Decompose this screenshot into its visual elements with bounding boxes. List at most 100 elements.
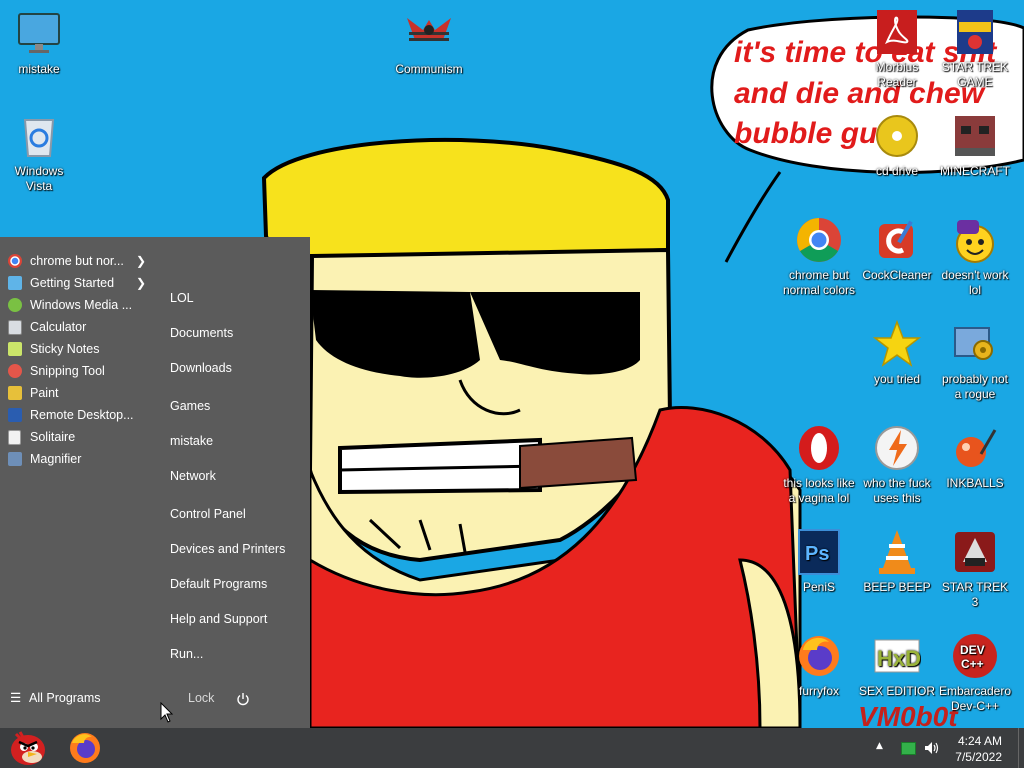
program-item-windows-media[interactable]: Windows Media ...: [0, 294, 158, 316]
desktop-icon-chrome[interactable]: chrome but normal colors: [781, 216, 857, 298]
taskbar: ▲ 4:24 AM 7/5/2022: [0, 728, 1024, 768]
start-button-angry-bird-icon[interactable]: [6, 728, 50, 768]
star-trek-3-icon: [951, 528, 999, 576]
show-desktop-button[interactable]: [1018, 728, 1024, 768]
desktop-icon-you-tried[interactable]: you tried: [859, 319, 935, 387]
desktop-icon-winamp[interactable]: who the fuck uses this: [859, 424, 935, 506]
program-item-solitaire[interactable]: Solitaire: [0, 426, 158, 448]
photoshop-icon: Ps: [795, 528, 843, 576]
desktop-icon-label: BEEP BEEP: [863, 580, 931, 594]
hxd-editor-icon: HxD: [873, 632, 921, 680]
gears-program-icon: [951, 320, 999, 368]
solitaire-icon: [8, 430, 21, 445]
remote-desktop-icon: [8, 408, 22, 422]
desktop-icon-label: this looks like a vagina lol: [783, 476, 855, 505]
place-devices-and-printers[interactable]: Devices and Printers: [170, 542, 285, 556]
place-downloads[interactable]: Downloads: [170, 361, 232, 375]
desktop-icon-morbius-reader[interactable]: Morbius Reader: [859, 8, 935, 90]
place-help-and-support[interactable]: Help and Support: [170, 612, 267, 626]
firefox-icon: [795, 632, 843, 680]
mouse-cursor-icon: [160, 702, 174, 723]
yahoo-messenger-icon: [951, 216, 999, 264]
desktop-icon-label: probably not a rogue: [941, 372, 1009, 401]
program-label: chrome but nor...: [30, 254, 124, 268]
desktop-icon-sex-editior[interactable]: HxD SEX EDITIOR: [859, 632, 935, 699]
program-label: Solitaire: [30, 430, 76, 444]
desktop-icon-furryfox[interactable]: furryfox: [781, 632, 857, 699]
opera-icon: [795, 424, 843, 472]
desktop-icon-opera[interactable]: this looks like a vagina lol: [781, 424, 857, 506]
chrome-icon: [8, 254, 22, 268]
program-item-calculator[interactable]: Calculator: [0, 316, 158, 338]
desktop-icon-label: cd drive: [875, 164, 919, 178]
place-lol[interactable]: LOL: [170, 291, 194, 305]
desktop-icon-star-trek-game[interactable]: STAR TREK GAME: [937, 8, 1013, 90]
desktop-icon-label: STAR TREK 3: [941, 580, 1009, 609]
chrome-icon: [795, 216, 843, 264]
volume-icon[interactable]: [924, 741, 940, 755]
desktop-icon-label: mistake: [18, 62, 60, 76]
desktop-icon-beep-beep[interactable]: BEEP BEEP: [859, 528, 935, 595]
desktop-icon-yahoo[interactable]: doesn't work lol: [937, 216, 1013, 298]
program-item-getting-started[interactable]: Getting Started ❯: [0, 272, 158, 294]
star-icon: [872, 319, 922, 368]
program-item-remote-desktop[interactable]: Remote Desktop...: [0, 404, 158, 426]
desktop-icon-probably-not-a-rogue[interactable]: probably not a rogue: [937, 320, 1013, 402]
program-item-paint[interactable]: Paint: [0, 382, 158, 404]
place-mistake[interactable]: mistake: [170, 434, 213, 448]
desktop-icon-minecraft[interactable]: MINECRAFT: [937, 112, 1013, 179]
calculator-icon: [8, 320, 22, 335]
all-programs-label: All Programs: [29, 691, 101, 705]
place-games[interactable]: Games: [170, 399, 210, 413]
program-label: Windows Media ...: [30, 298, 133, 312]
lock-button[interactable]: Lock: [188, 691, 214, 705]
desktop-icon-label: PeniS: [802, 580, 836, 594]
recycle-bin-icon: [15, 112, 63, 160]
desktop-icon-inkballs[interactable]: INKBALLS: [937, 424, 1013, 491]
desktop-icon-dev-cpp[interactable]: DEV C++ Embarcadero Dev-C++: [937, 632, 1013, 714]
clock-time: 4:24 AM: [957, 734, 1002, 748]
program-item-magnifier[interactable]: Magnifier: [0, 448, 158, 470]
desktop-icon-mistake[interactable]: mistake: [1, 10, 77, 77]
emblem-icon: [405, 10, 453, 58]
place-documents[interactable]: Documents: [170, 326, 233, 340]
desktop-icon-penis[interactable]: Ps PeniS: [781, 528, 857, 595]
program-item-chrome[interactable]: chrome but nor... ❯: [0, 250, 158, 272]
program-label: Sticky Notes: [30, 342, 100, 356]
magnifier-icon: [8, 452, 22, 466]
system-clock[interactable]: 4:24 AM 7/5/2022: [955, 733, 1002, 765]
minecraft-icon: [951, 112, 999, 160]
place-default-programs[interactable]: Default Programs: [170, 577, 267, 591]
power-icon[interactable]: [236, 692, 250, 706]
desktop-icon-label: SEX EDITIOR: [859, 684, 936, 698]
desktop-icon-label: Morbius Reader: [875, 60, 919, 89]
desktop-icon-cockcleaner[interactable]: CockCleaner: [859, 216, 935, 283]
clock-date: 7/5/2022: [955, 750, 1002, 764]
program-label: Snipping Tool: [30, 364, 105, 378]
desktop-icon-star-trek-3[interactable]: STAR TREK 3: [937, 528, 1013, 610]
program-item-sticky-notes[interactable]: Sticky Notes: [0, 338, 158, 360]
desktop-icon-windows-vista[interactable]: Windows Vista: [1, 112, 77, 194]
desktop-icon-label: chrome but normal colors: [782, 268, 856, 297]
star-wars-game-icon: [951, 8, 999, 56]
place-control-panel[interactable]: Control Panel: [170, 507, 246, 521]
vlc-icon: [873, 528, 921, 576]
chevron-right-icon: ❯: [136, 276, 147, 290]
network-icon[interactable]: [901, 742, 916, 755]
all-programs-button[interactable]: ☰ All Programs: [10, 690, 101, 705]
desktop-icon-label: Embarcadero Dev-C++: [938, 684, 1012, 713]
place-run[interactable]: Run...: [170, 647, 203, 661]
media-player-icon: [8, 298, 22, 312]
svg-text:Ps: Ps: [805, 543, 829, 565]
desktop-icon-cd-drive[interactable]: cd drive: [859, 112, 935, 179]
show-hidden-icons-chevron-icon[interactable]: ▲: [876, 741, 883, 751]
desktop-icon-label: CockCleaner: [862, 268, 932, 282]
program-item-snipping-tool[interactable]: Snipping Tool: [0, 360, 158, 382]
paint-icon: [8, 386, 22, 400]
chevron-right-icon: ❯: [136, 254, 147, 268]
place-network[interactable]: Network: [170, 469, 216, 483]
taskbar-firefox-icon[interactable]: [68, 731, 102, 765]
desktop-icon-communism[interactable]: Communism: [391, 10, 467, 77]
list-icon: ☰: [10, 691, 22, 705]
pdf-reader-icon: [873, 8, 921, 56]
